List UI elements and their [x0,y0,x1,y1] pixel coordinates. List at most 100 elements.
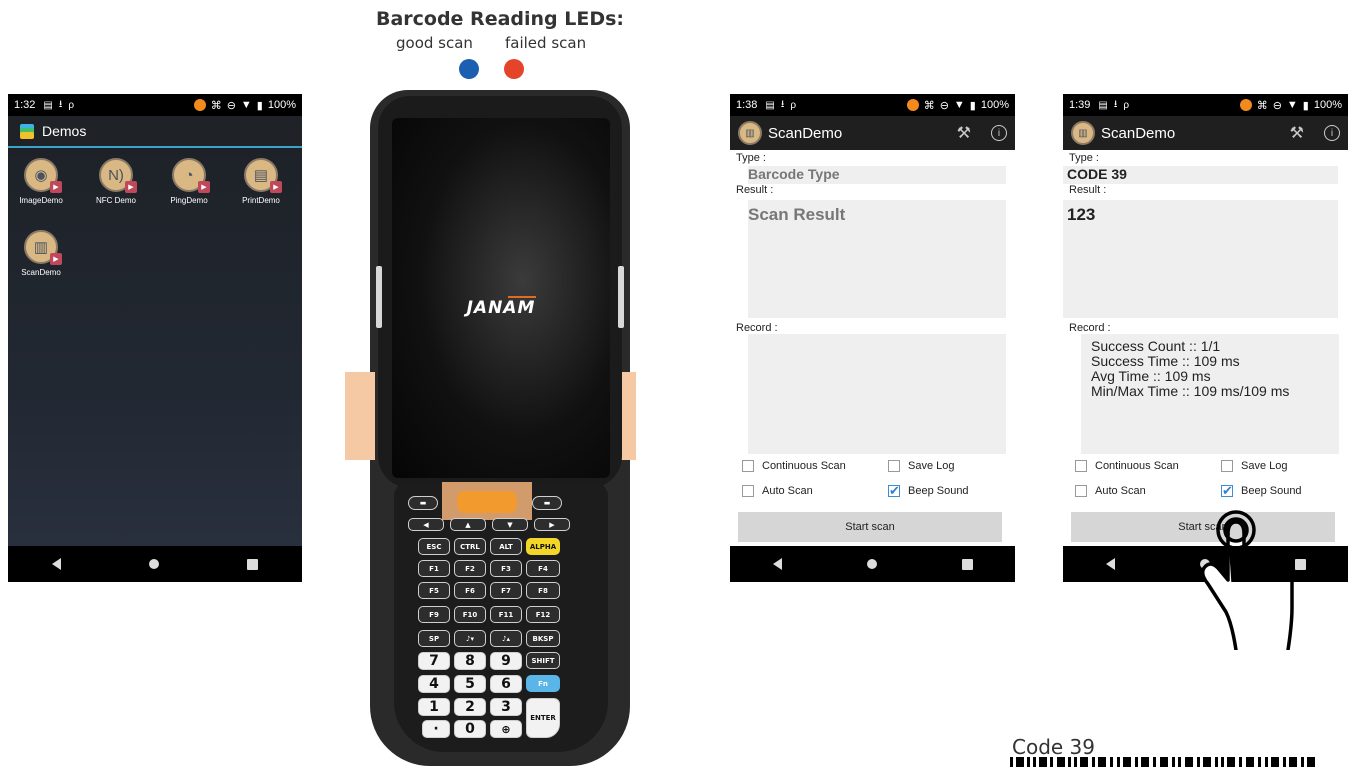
save-log-checkbox[interactable]: Save Log [888,460,954,472]
back-icon[interactable] [1105,558,1115,570]
auto-scan-checkbox[interactable]: Auto Scan [1075,485,1146,497]
esc-key[interactable]: ESC [418,538,450,555]
f10-key[interactable]: F10 [454,606,486,623]
backspace-key[interactable]: BKSP [526,630,560,647]
f4-key[interactable]: F4 [526,560,560,577]
checkbox-box[interactable] [888,460,900,472]
app-imagedemo[interactable]: ◉ ▶ ImageDemo [10,158,72,205]
volume-down-icon[interactable]: ♪▾ [454,630,486,647]
key-5[interactable]: 5 [454,675,486,693]
scandemo-app-icon: ▥ [738,121,762,145]
wrench-settings-icon[interactable]: ⚒ [957,123,971,143]
f12-key[interactable]: F12 [526,606,560,623]
f11-key[interactable]: F11 [490,606,522,623]
checkbox-box[interactable] [1075,485,1087,497]
app-scandemo[interactable]: ▥ ▶ ScanDemo [10,230,72,277]
dot-key[interactable]: · [422,720,450,738]
arrow-down-key[interactable]: ▼ [492,518,528,531]
f7-key[interactable]: F7 [490,582,522,599]
checkbox-box[interactable] [1221,460,1233,472]
f5-key[interactable]: F5 [418,582,450,599]
checkbox-box[interactable] [742,460,754,472]
recents-icon[interactable] [247,558,258,570]
right-soft-key[interactable]: ▬ [532,496,562,510]
back-icon[interactable] [52,558,61,570]
checkbox-box[interactable] [1075,460,1087,472]
back-icon[interactable] [772,558,782,570]
start-scan-button[interactable]: Start scan [738,512,1002,542]
app-pingdemo[interactable]: ◔ ▶ PingDemo [158,158,220,205]
app-grid: ◉ ▶ ImageDemo N) ▶ NFC Demo ◔ ▶ PingDemo ▤ ▶… [8,148,302,546]
space-key[interactable]: SP [418,630,450,647]
wifi-icon: ▼ [1286,99,1298,111]
failed-scan-label: failed scan [505,34,587,52]
info-icon[interactable]: i [991,125,1007,141]
arrow-up-key[interactable]: ▲ [450,518,486,531]
special-chars-key-icon[interactable]: ⊕ [490,720,522,738]
battery-level: 100% [980,99,1009,111]
checkbox-label: Auto Scan [762,485,813,497]
scan-result-field: 123 [1063,200,1338,318]
key-7[interactable]: 7 [418,652,450,670]
checkbox-box[interactable] [742,485,754,497]
enter-key[interactable]: ENTER [526,698,560,738]
code39-label: Code 39 [1012,735,1096,759]
key-1[interactable]: 1 [418,698,450,716]
home-icon[interactable] [866,559,877,569]
battery-icon: ▮ [969,99,976,112]
f3-key[interactable]: F3 [490,560,522,577]
key-4[interactable]: 4 [418,675,450,693]
arrow-right-key[interactable]: ▶ [534,518,570,531]
scan-trigger-button[interactable] [457,491,517,513]
result-label: Result : [736,184,774,196]
device-screen: JANAM [392,118,610,478]
key-2[interactable]: 2 [454,698,486,716]
app-nfcdemo[interactable]: N) ▶ NFC Demo [85,158,147,205]
key-9[interactable]: 9 [490,652,522,670]
fn-key[interactable]: Fn [526,675,560,692]
key-6[interactable]: 6 [490,675,522,693]
auto-scan-checkbox[interactable]: Auto Scan [742,485,813,497]
key-0[interactable]: 0 [454,720,486,738]
scan-form: Type : CODE 39 Result : 123 Record : Suc… [1063,150,1348,546]
f1-key[interactable]: F1 [418,560,450,577]
left-scan-side-button[interactable] [345,372,375,460]
checkbox-box-checked[interactable] [1221,483,1233,499]
play-badge-icon: ▶ [50,181,62,193]
beep-sound-checkbox[interactable]: Beep Sound [888,483,969,499]
beep-sound-checkbox[interactable]: Beep Sound [1221,483,1302,499]
f2-key[interactable]: F2 [454,560,486,577]
ctrl-key[interactable]: CTRL [454,538,486,555]
arrow-left-key[interactable]: ◀ [408,518,444,531]
key-8[interactable]: 8 [454,652,486,670]
checkbox-label: Continuous Scan [1095,460,1179,472]
continuous-scan-checkbox[interactable]: Continuous Scan [1075,460,1179,472]
volume-up-icon[interactable]: ♪▴ [490,630,522,647]
battery-level: 100% [267,99,296,111]
scandemo-screen-before: 1:38 ▤ ⭳ ρ ⌘ ⊖ ▼ ▮ 100% ▥ ScanDemo ⚒ i T… [730,94,1015,582]
left-side-tab [376,266,382,328]
shift-key[interactable]: SHIFT [526,652,560,669]
checkbox-box-checked[interactable] [888,483,900,499]
info-icon[interactable]: i [1324,125,1340,141]
checkbox-label: Beep Sound [908,485,969,497]
nfc-icon: N) ▶ [99,158,137,193]
status-time: 1:32 [14,99,36,111]
f6-key[interactable]: F6 [454,582,486,599]
key-3[interactable]: 3 [490,698,522,716]
left-soft-key[interactable]: ▬ [408,496,438,510]
home-icon[interactable] [149,559,159,569]
app-title: ScanDemo [1101,124,1176,142]
save-log-checkbox[interactable]: Save Log [1221,460,1287,472]
right-side-tab [618,266,624,328]
recents-icon[interactable] [961,558,973,570]
f8-key[interactable]: F8 [526,582,560,599]
app-printdemo[interactable]: ▤ ▶ PrintDemo [230,158,292,205]
play-badge-icon: ▶ [125,181,137,193]
f9-key[interactable]: F9 [418,606,450,623]
wrench-settings-icon[interactable]: ⚒ [1290,123,1304,143]
continuous-scan-checkbox[interactable]: Continuous Scan [742,460,846,472]
alt-key[interactable]: ALT [490,538,522,555]
alpha-key[interactable]: ALPHA [526,538,560,555]
download-icon: ⭳ [58,98,63,110]
